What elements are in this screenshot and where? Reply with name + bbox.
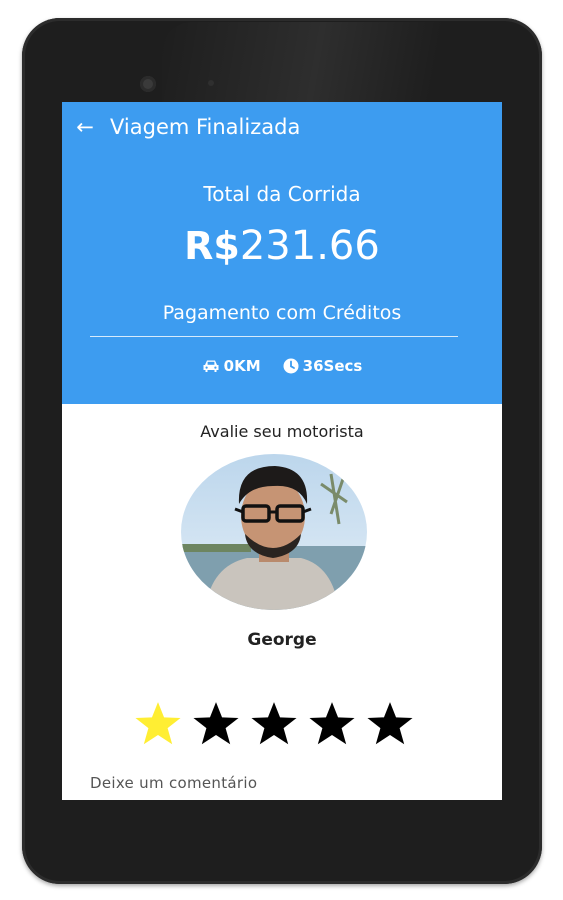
duration-value: 36Secs	[302, 357, 363, 375]
page-title: Viagem Finalizada	[110, 115, 301, 139]
driver-avatar	[181, 454, 367, 610]
trip-total: R$231.66	[62, 222, 502, 270]
light-sensor	[208, 80, 214, 86]
trip-summary-header: ← Viagem Finalizada Total da Corrida R$2…	[62, 102, 502, 404]
divider	[90, 336, 458, 337]
front-camera	[140, 76, 156, 92]
trip-stats: 0KM 36Secs	[62, 357, 502, 375]
app-screen: ← Viagem Finalizada Total da Corrida R$2…	[62, 102, 502, 800]
star-icon-1[interactable]	[130, 700, 186, 748]
clock-icon	[283, 358, 299, 374]
driver-name: George	[247, 630, 317, 650]
duration-stat: 36Secs	[283, 357, 363, 375]
amount-value: 231.66	[239, 223, 380, 269]
comment-input[interactable]	[90, 770, 474, 796]
rate-driver-prompt: Avalie seu motorista	[200, 422, 364, 441]
star-icon-4[interactable]	[304, 700, 360, 748]
payment-method[interactable]: Pagamento com Créditos	[62, 302, 502, 324]
total-label: Total da Corrida	[203, 182, 361, 206]
distance-stat: 0KM	[202, 357, 261, 375]
star-rating	[130, 700, 418, 748]
star-icon-2[interactable]	[188, 700, 244, 748]
star-icon-3[interactable]	[246, 700, 302, 748]
currency-symbol: R$	[184, 224, 240, 268]
arrow-left-icon: ←	[76, 115, 94, 139]
back-button[interactable]: ←	[74, 114, 96, 140]
star-icon-5[interactable]	[362, 700, 418, 748]
car-icon	[203, 360, 219, 372]
distance-value: 0KM	[223, 357, 261, 375]
